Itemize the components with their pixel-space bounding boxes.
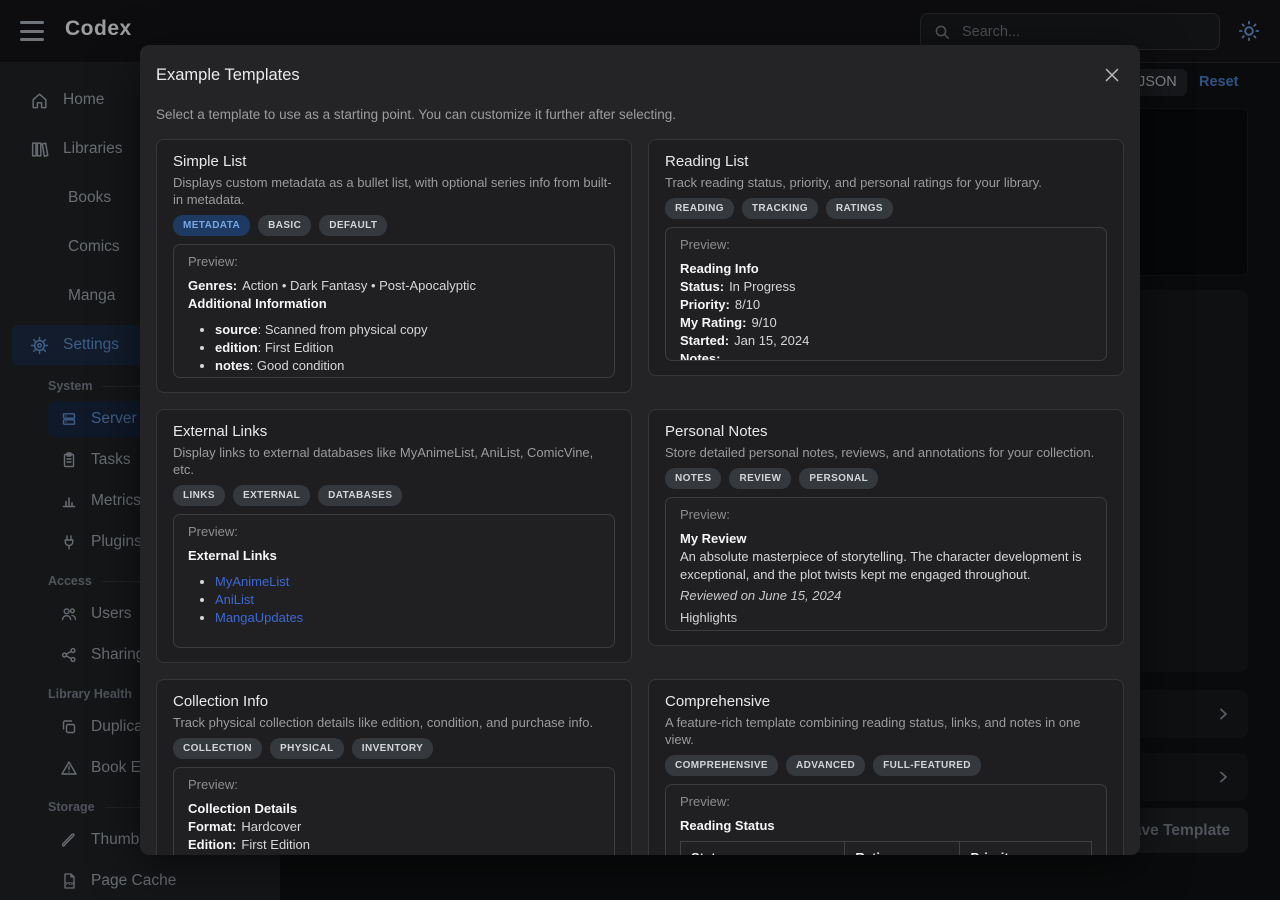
- template-name: Simple List: [173, 153, 615, 171]
- template-card-personal-notes[interactable]: Personal Notes Store detailed personal n…: [648, 409, 1124, 646]
- preview-section-title: My Review: [680, 530, 1092, 548]
- close-icon: [1102, 65, 1122, 85]
- preview-label: Preview:: [680, 793, 1092, 811]
- template-name: Reading List: [665, 153, 1107, 171]
- preview-section-title: External Links: [188, 547, 600, 565]
- template-card-external-links[interactable]: External Links Display links to external…: [156, 409, 632, 663]
- template-description: Store detailed personal notes, reviews, …: [665, 444, 1107, 461]
- dialog-subtitle: Select a template to use as a starting p…: [156, 107, 1124, 122]
- preview-field: Edition:First Edition: [188, 836, 600, 854]
- preview-section-title: Reading Status: [680, 817, 1092, 835]
- template-card-comprehensive[interactable]: Comprehensive A feature-rich template co…: [648, 679, 1124, 855]
- preview-field: Condition:Near Mint: [188, 854, 600, 855]
- template-name: Comprehensive: [665, 693, 1107, 711]
- preview-label: Preview:: [188, 523, 600, 541]
- tag-badge: METADATA: [173, 215, 250, 236]
- tag-list: LINKS EXTERNAL DATABASES: [173, 485, 615, 506]
- template-description: Track reading status, priority, and pers…: [665, 174, 1107, 191]
- preview-highlights-label: Highlights: [680, 609, 1092, 627]
- table-header-priority: Priority: [960, 842, 1092, 856]
- preview-section-title: Additional Information: [188, 295, 600, 313]
- tag-badge: DEFAULT: [319, 215, 387, 236]
- tag-badge: EXTERNAL: [233, 485, 310, 506]
- tag-badge: TRACKING: [742, 198, 818, 219]
- tag-badge: READING: [665, 198, 734, 219]
- preview-field: Status:In Progress: [680, 278, 1092, 296]
- tag-badge: INVENTORY: [352, 738, 433, 759]
- tag-badge: PHYSICAL: [270, 738, 344, 759]
- tag-badge: NOTES: [665, 468, 721, 489]
- tag-badge: COMPREHENSIVE: [665, 755, 778, 776]
- preview-label: Preview:: [680, 506, 1092, 524]
- template-name: Collection Info: [173, 693, 615, 711]
- external-link[interactable]: MyAnimeList: [215, 574, 289, 589]
- tag-badge: BASIC: [258, 215, 311, 236]
- tag-badge: LINKS: [173, 485, 225, 506]
- preview-list-item: AniList: [215, 591, 600, 609]
- preview-list-item: MangaUpdates: [215, 609, 600, 627]
- template-grid: Simple List Displays custom metadata as …: [156, 139, 1124, 855]
- tag-badge: COLLECTION: [173, 738, 262, 759]
- preview-field: Format:Hardcover: [188, 818, 600, 836]
- tag-list: READING TRACKING RATINGS: [665, 198, 1107, 219]
- preview-label: Preview:: [680, 236, 1092, 254]
- template-description: Track physical collection details like e…: [173, 714, 615, 731]
- template-preview: Preview: Genres:Action • Dark Fantasy • …: [173, 244, 615, 378]
- preview-review-date: Reviewed on June 15, 2024: [680, 587, 1092, 605]
- preview-review-text: An absolute masterpiece of storytelling.…: [680, 548, 1092, 584]
- preview-link-list: MyAnimeList AniList MangaUpdates: [188, 573, 600, 627]
- external-link[interactable]: AniList: [215, 592, 254, 607]
- preview-label: Preview:: [188, 776, 600, 794]
- template-card-simple-list[interactable]: Simple List Displays custom metadata as …: [156, 139, 632, 393]
- preview-table: Status Rating Priority Completed 9/10 10: [680, 841, 1092, 855]
- tag-list: COMPREHENSIVE ADVANCED FULL-FEATURED: [665, 755, 1107, 776]
- preview-field: Genres:Action • Dark Fantasy • Post-Apoc…: [188, 277, 600, 295]
- preview-list-item: source: Scanned from physical copy: [215, 321, 600, 339]
- preview-section-title: Collection Details: [188, 800, 600, 818]
- template-description: Displays custom metadata as a bullet lis…: [173, 174, 615, 208]
- tag-badge: ADVANCED: [786, 755, 865, 776]
- template-preview: Preview: My Review An absolute masterpie…: [665, 497, 1107, 631]
- tag-badge: PERSONAL: [799, 468, 878, 489]
- template-name: External Links: [173, 423, 615, 441]
- preview-list-item: MyAnimeList: [215, 573, 600, 591]
- table-header-rating: Rating: [845, 842, 960, 856]
- preview-list-item: notes: Good condition: [215, 357, 600, 375]
- template-description: Display links to external databases like…: [173, 444, 615, 478]
- example-templates-dialog: Example Templates Select a template to u…: [140, 45, 1140, 855]
- preview-label: Preview:: [188, 253, 600, 271]
- preview-field: Priority:8/10: [680, 296, 1092, 314]
- preview-field: Notes:: [680, 350, 1092, 361]
- preview-bullet-list: source: Scanned from physical copy editi…: [188, 321, 600, 375]
- close-button[interactable]: [1102, 65, 1124, 87]
- tag-list: METADATA BASIC DEFAULT: [173, 215, 615, 236]
- external-link[interactable]: MangaUpdates: [215, 610, 303, 625]
- dialog-title: Example Templates: [156, 65, 1124, 85]
- template-card-collection-info[interactable]: Collection Info Track physical collectio…: [156, 679, 632, 855]
- template-name: Personal Notes: [665, 423, 1107, 441]
- tag-badge: DATABASES: [318, 485, 402, 506]
- template-preview: Preview: External Links MyAnimeList AniL…: [173, 514, 615, 648]
- table-header-status: Status: [681, 842, 845, 856]
- tag-badge: FULL-FEATURED: [873, 755, 981, 776]
- tag-list: NOTES REVIEW PERSONAL: [665, 468, 1107, 489]
- template-description: A feature-rich template combining readin…: [665, 714, 1107, 748]
- template-card-reading-list[interactable]: Reading List Track reading status, prior…: [648, 139, 1124, 376]
- preview-field: Started:Jan 15, 2024: [680, 332, 1092, 350]
- preview-list-item: edition: First Edition: [215, 339, 600, 357]
- tag-badge: RATINGS: [826, 198, 893, 219]
- template-preview: Preview: Reading Info Status:In Progress…: [665, 227, 1107, 361]
- template-preview: Preview: Collection Details Format:Hardc…: [173, 767, 615, 855]
- tag-list: COLLECTION PHYSICAL INVENTORY: [173, 738, 615, 759]
- preview-section-title: Reading Info: [680, 260, 1092, 278]
- tag-badge: REVIEW: [729, 468, 791, 489]
- template-preview: Preview: Reading Status Status Rating Pr…: [665, 784, 1107, 855]
- preview-field: My Rating:9/10: [680, 314, 1092, 332]
